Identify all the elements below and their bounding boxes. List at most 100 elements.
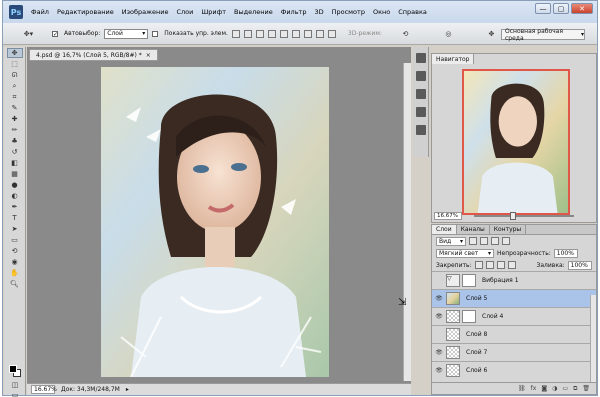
align-bottom-icon[interactable] [255,29,264,38]
dodge-tool-icon[interactable]: ◐ [7,191,23,201]
menu-select[interactable]: Выделение [230,8,277,16]
navigator-zoom-field[interactable]: 16.67% [434,212,462,220]
character-panel-icon[interactable] [415,107,426,117]
minimize-button[interactable]: — [535,3,551,14]
pen-tool-icon[interactable]: ✒ [7,202,23,212]
autoselect-select[interactable]: Слой ▾ [104,28,149,39]
foreground-color-swatch[interactable] [9,365,17,373]
new-layer-icon[interactable]: ⧉ [573,385,577,393]
menu-layers[interactable]: Слои [172,8,197,16]
menu-filter[interactable]: Фильтр [277,8,311,16]
screen-mode-icon[interactable]: ▭ [7,390,23,397]
history-brush-tool-icon[interactable]: ↺ [7,147,23,157]
document-tab[interactable]: 4.psd @ 16,7% (Слой 5, RGB/8#) * × [29,49,158,61]
navigator-thumbnail[interactable] [462,69,570,215]
menu-window[interactable]: Окно [369,8,394,16]
opacity-field[interactable]: 100% [553,248,578,258]
filter-adjustment-icon[interactable] [480,237,488,245]
layer-row[interactable]: 👁︎ Слой 6 [432,361,596,379]
blur-tool-icon[interactable]: ● [7,180,23,190]
align-left-icon[interactable] [267,29,276,38]
show-controls-checkbox[interactable] [152,30,159,37]
tab-channels[interactable]: Каналы [457,225,490,234]
layers-scrollbar[interactable] [590,295,596,383]
close-button[interactable]: ✕ [571,3,593,14]
marquee-tool-icon[interactable]: ⬚ [7,59,23,69]
move-tool-icon[interactable]: ✥ [6,48,23,58]
folder-icon[interactable]: ▭ [562,385,568,392]
eyedropper-tool-icon[interactable]: ✎ [7,103,23,113]
menu-view[interactable]: Просмотр [328,8,369,16]
hand-tool-icon[interactable]: ✋ [7,268,23,278]
gradient-tool-icon[interactable]: ▦ [7,169,23,179]
quick-select-tool-icon[interactable]: ⌕ [7,81,23,91]
align-middle-icon[interactable] [243,29,252,38]
fill-field[interactable]: 100% [567,260,592,270]
paragraph-panel-icon[interactable] [415,89,426,99]
clone-stamp-tool-icon[interactable]: ♣ [7,136,23,146]
menu-file[interactable]: Файл [27,8,53,16]
layer-row[interactable]: ▽ Вибрация 1 [432,271,596,289]
layer-row-selected[interactable]: 👁︎ Слой 5 [432,289,596,307]
link-icon[interactable]: ⛓ [518,385,526,392]
lasso-tool-icon[interactable]: ᘏ [7,70,23,80]
vertical-scrollbar[interactable] [403,63,411,381]
shape-tool-icon[interactable]: ▭ [7,235,23,245]
menu-type[interactable]: Шрифт [197,8,230,16]
workspace-select[interactable]: Основная рабочая среда ▾ [501,28,585,42]
mask-icon[interactable]: ◙ [541,385,547,392]
filter-shape-icon[interactable] [502,237,510,245]
trash-icon[interactable]: 🗑︎ [582,385,590,392]
3d-rotate-tool-icon[interactable]: ⟲ [7,246,23,256]
navigator-zoom-slider[interactable] [474,215,574,217]
crop-tool-icon[interactable]: ⌗ [7,92,23,102]
type-tool-icon[interactable]: T [7,213,23,223]
maximize-button[interactable]: ▢ [553,3,569,14]
align-top-icon[interactable] [231,29,240,38]
menu-image[interactable]: Изображение [118,8,173,16]
align-center-icon[interactable] [279,29,288,38]
fx-icon[interactable]: fx [531,385,537,392]
eye-icon[interactable]: 👁︎ [432,367,446,374]
filter-type-icon[interactable] [491,237,499,245]
status-arrow-icon[interactable]: ▸ [126,386,129,393]
close-tab-icon[interactable]: × [146,52,151,59]
distribute-icon[interactable] [303,29,312,38]
lock-pixels-icon[interactable] [485,261,494,269]
3d-camera-tool-icon[interactable]: ◉ [7,257,23,267]
rotate-3d-icon[interactable]: ⟲ [397,29,413,39]
filter-pixel-icon[interactable] [469,237,477,245]
eye-icon[interactable]: 👁︎ [432,295,446,302]
align-right-icon[interactable] [291,29,300,38]
roll-3d-icon[interactable]: ◎ [440,29,456,39]
tab-paths[interactable]: Контуры [490,225,527,234]
adjustment-icon[interactable]: ◑ [552,385,557,392]
path-select-tool-icon[interactable]: ➤ [7,224,23,234]
navigator-slider-knob[interactable] [510,212,516,220]
layer-kind-filter[interactable]: Вид ▾ [436,236,466,246]
layer-row[interactable]: 👁︎ Слой 7 [432,343,596,361]
zoom-tool-icon[interactable]: 🔍︎ [7,279,23,289]
document-canvas[interactable] [101,67,329,377]
eye-icon[interactable]: 👁︎ [432,313,446,320]
menu-3d[interactable]: 3D [310,8,327,16]
zoom-field[interactable]: 16.67% [31,385,57,394]
autoselect-checkbox[interactable] [52,30,58,37]
lock-position-icon[interactable] [496,261,505,269]
distribute-horizontal-icon[interactable] [327,29,336,38]
blend-mode-select[interactable]: Мягкий свет ▾ [436,248,494,258]
lock-transparent-icon[interactable] [474,261,483,269]
lock-all-icon[interactable] [507,261,516,269]
history-panel-icon[interactable] [415,53,426,63]
actions-panel-icon[interactable] [415,71,426,81]
tab-layers[interactable]: Слои [432,225,457,234]
document-size[interactable]: Док: 34,3M/248,7M [61,386,120,393]
quick-mask-icon[interactable]: ◫ [7,380,23,390]
distribute-vertical-icon[interactable] [315,29,324,38]
menu-help[interactable]: Справка [394,8,431,16]
layer-row[interactable]: 👁︎ Слой 4 [432,307,596,325]
brush-panel-icon[interactable] [415,125,426,135]
brush-tool-icon[interactable]: ✏ [7,125,23,135]
menu-edit[interactable]: Редактирование [53,8,118,16]
eraser-tool-icon[interactable]: ◧ [7,158,23,168]
